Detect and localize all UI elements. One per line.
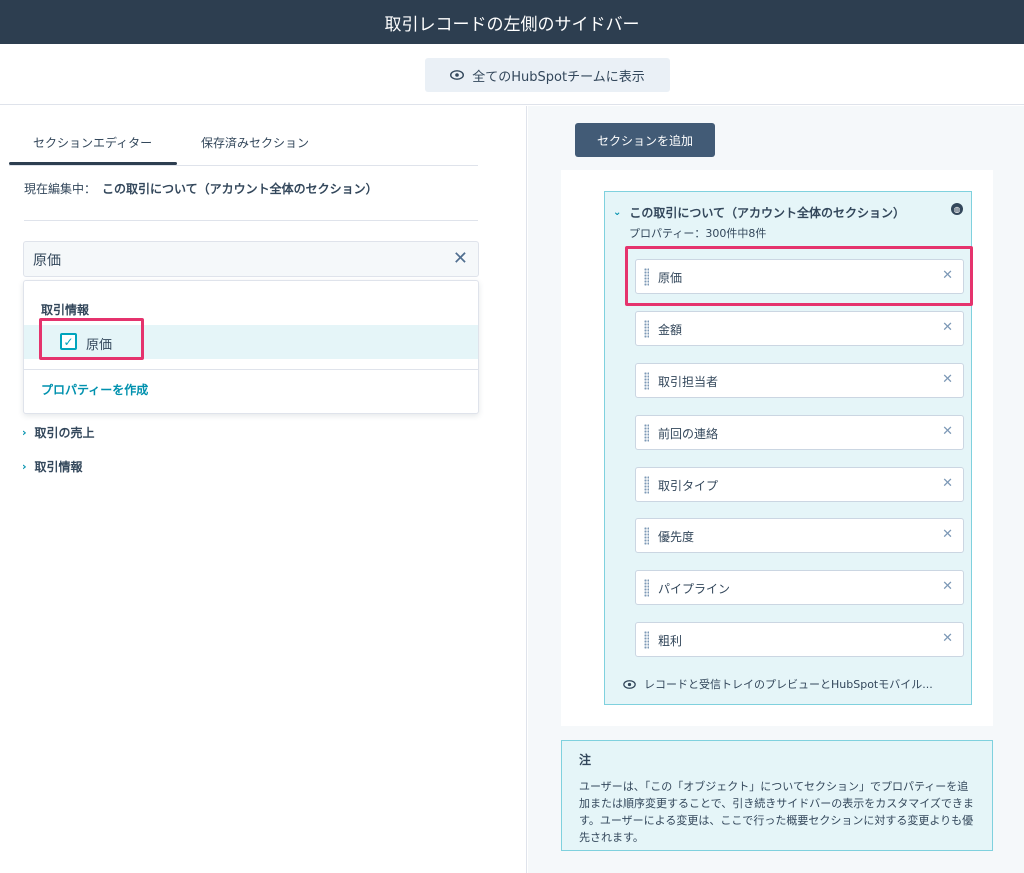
note-box: 注 ユーザーは、「この「オブジェクト」についてセクション」でプロパティーを追加ま… bbox=[561, 740, 993, 851]
property-row[interactable]: パイプライン ✕ bbox=[635, 570, 964, 605]
property-row[interactable]: 取引タイプ ✕ bbox=[635, 467, 964, 502]
drag-handle-icon[interactable] bbox=[644, 372, 649, 390]
clear-search-icon[interactable]: ✕ bbox=[453, 248, 468, 269]
property-label: 前回の連絡 bbox=[658, 427, 719, 441]
remove-property-icon[interactable]: ✕ bbox=[942, 424, 953, 439]
section-header[interactable]: ⌄ この取引について（アカウント全体のセクション） bbox=[613, 204, 905, 221]
section-editor-panel: セクションエディター 保存済みセクション 現在編集中： この取引について（アカウン… bbox=[0, 106, 527, 873]
create-property-link[interactable]: プロパティーを作成 bbox=[41, 381, 148, 398]
add-section-button[interactable]: セクションを追加 bbox=[575, 123, 715, 157]
remove-property-icon[interactable]: ✕ bbox=[942, 579, 953, 594]
eye-icon bbox=[623, 679, 636, 689]
property-count: プロパティー：300件中8件 bbox=[629, 227, 767, 240]
property-row[interactable]: 粗利 ✕ bbox=[635, 622, 964, 657]
tab-section-editor[interactable]: セクションエディター bbox=[33, 134, 152, 151]
section-preview-panel: セクションを追加 ⌄ この取引について（アカウント全体のセクション） ◍ プロパ… bbox=[528, 106, 1024, 873]
property-label: 取引タイプ bbox=[658, 479, 719, 493]
property-row[interactable]: 取引担当者 ✕ bbox=[635, 363, 964, 398]
property-row[interactable]: 優先度 ✕ bbox=[635, 518, 964, 553]
category-label: 取引の売上 bbox=[34, 426, 95, 440]
remove-property-icon[interactable]: ✕ bbox=[942, 527, 953, 542]
divider bbox=[24, 220, 478, 221]
editing-section-name: この取引について（アカウント全体のセクション） bbox=[102, 182, 378, 196]
chevron-down-icon: ⌄ bbox=[613, 207, 622, 218]
eye-icon bbox=[450, 70, 465, 80]
remove-property-icon[interactable]: ✕ bbox=[942, 372, 953, 387]
window-title-bar: 取引レコードの左側のサイドバー bbox=[0, 0, 1024, 44]
property-label: 優先度 bbox=[658, 530, 695, 544]
editing-status: 現在編集中： この取引について（アカウント全体のセクション） bbox=[24, 180, 378, 197]
drag-handle-icon[interactable] bbox=[644, 476, 649, 494]
property-row[interactable]: 金額 ✕ bbox=[635, 311, 964, 346]
category-label: 取引情報 bbox=[34, 460, 83, 474]
search-value: 原価 bbox=[33, 253, 61, 269]
globe-icon: ◍ bbox=[951, 203, 963, 215]
preview-visibility-link[interactable]: レコードと受信トレイのプレビューとHubSpotモバイル... bbox=[623, 676, 963, 692]
remove-property-icon[interactable]: ✕ bbox=[942, 320, 953, 335]
show-all-teams-label: 全てのHubSpotチームに表示 bbox=[472, 69, 645, 85]
note-body: ユーザーは、「この「オブジェクト」についてセクション」でプロパティーを追加または… bbox=[579, 780, 974, 844]
active-tab-indicator bbox=[9, 162, 177, 165]
category-deal-info[interactable]: › 取引情報 bbox=[22, 458, 83, 475]
chevron-right-icon: › bbox=[22, 460, 27, 473]
drag-handle-icon[interactable] bbox=[644, 424, 649, 442]
remove-property-icon[interactable]: ✕ bbox=[942, 631, 953, 646]
section-title: この取引について（アカウント全体のセクション） bbox=[629, 206, 906, 220]
property-label: 金額 bbox=[658, 323, 683, 337]
property-row[interactable]: 前回の連絡 ✕ bbox=[635, 415, 964, 450]
page-title: 取引レコードの左側のサイドバー bbox=[384, 14, 640, 35]
note-title: 注 bbox=[579, 753, 592, 767]
drag-handle-icon[interactable] bbox=[644, 320, 649, 338]
category-deal-revenue[interactable]: › 取引の売上 bbox=[22, 424, 95, 441]
dropdown-group-label: 取引情報 bbox=[41, 303, 90, 317]
editor-tabs: セクションエディター 保存済みセクション bbox=[9, 126, 478, 166]
editing-prefix: 現在編集中： bbox=[24, 182, 97, 196]
drag-handle-icon[interactable] bbox=[644, 579, 649, 597]
property-label: 粗利 bbox=[658, 634, 683, 648]
highlight-box bbox=[39, 318, 144, 360]
drag-handle-icon[interactable] bbox=[644, 631, 649, 649]
tab-saved-sections[interactable]: 保存済みセクション bbox=[201, 134, 309, 151]
property-label: パイプライン bbox=[658, 582, 731, 596]
highlight-box bbox=[625, 246, 973, 306]
chevron-right-icon: › bbox=[22, 426, 27, 439]
drag-handle-icon[interactable] bbox=[644, 527, 649, 545]
property-search-input[interactable]: 原価 ✕ bbox=[23, 241, 479, 277]
property-label: 取引担当者 bbox=[658, 375, 719, 389]
preview-label: レコードと受信トレイのプレビューとHubSpotモバイル... bbox=[644, 678, 933, 691]
remove-property-icon[interactable]: ✕ bbox=[942, 476, 953, 491]
dropdown-divider bbox=[24, 369, 478, 370]
show-all-teams-button[interactable]: 全てのHubSpotチームに表示 bbox=[425, 58, 670, 92]
top-toolbar: 全てのHubSpotチームに表示 bbox=[0, 44, 1024, 105]
